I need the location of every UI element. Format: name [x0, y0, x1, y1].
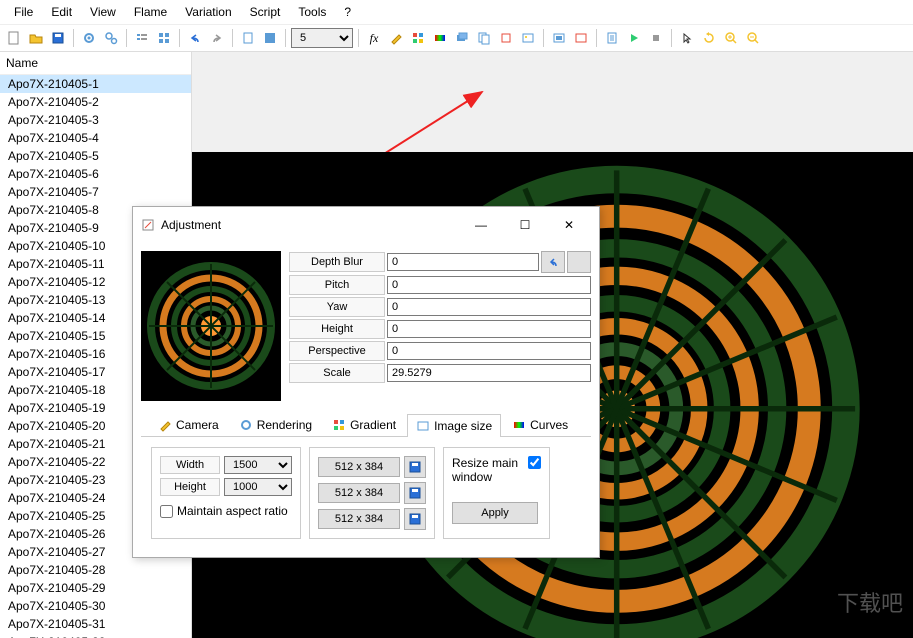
prop-label: Pitch [289, 275, 385, 295]
list-item[interactable]: Apo7X-210405-31 [0, 615, 191, 633]
menu-flame[interactable]: Flame [126, 3, 175, 21]
prop-input-yaw[interactable] [387, 298, 591, 316]
tab-image-size[interactable]: Image size [407, 414, 501, 437]
prop-label: Height [289, 319, 385, 339]
adjustment-icon [141, 218, 155, 232]
aspect-label: Maintain aspect ratio [177, 504, 288, 518]
rotate-icon[interactable] [699, 28, 719, 48]
edit-icon[interactable] [386, 28, 406, 48]
prop-label: Yaw [289, 297, 385, 317]
zoom-in-icon[interactable] [721, 28, 741, 48]
list-item[interactable]: Apo7X-210405-3 [0, 111, 191, 129]
dialog-tabs: CameraRenderingGradientImage sizeCurves [141, 409, 591, 437]
fullscreen-icon[interactable] [260, 28, 280, 48]
render-icon[interactable] [549, 28, 569, 48]
list-item[interactable]: Apo7X-210405-1 [0, 75, 191, 93]
dialog-titlebar[interactable]: Adjustment — ☐ ✕ [133, 207, 599, 243]
prop-input-scale[interactable] [387, 364, 591, 382]
prop-color-button[interactable] [567, 251, 591, 273]
dialog-title: Adjustment [161, 218, 459, 232]
redo-icon[interactable] [207, 28, 227, 48]
size-fieldset: Width 1500 Height 1000 Maintain aspect r… [151, 447, 301, 539]
sidebar-header[interactable]: Name [0, 52, 191, 75]
dialog-preview [141, 251, 281, 401]
render-all-icon[interactable] [571, 28, 591, 48]
gear-icon[interactable] [79, 28, 99, 48]
list-item[interactable]: Apo7X-210405-5 [0, 147, 191, 165]
layers-icon[interactable] [452, 28, 472, 48]
menu-edit[interactable]: Edit [43, 3, 80, 21]
undo-prop-icon[interactable] [541, 251, 565, 273]
tab-rendering[interactable]: Rendering [230, 413, 321, 436]
pointer-icon[interactable] [677, 28, 697, 48]
stop-icon[interactable] [646, 28, 666, 48]
list-item[interactable]: Apo7X-210405-4 [0, 129, 191, 147]
zoom-out-icon[interactable] [743, 28, 763, 48]
resize-checkbox[interactable] [528, 456, 541, 469]
prop-label: Perspective [289, 341, 385, 361]
prop-input-height[interactable] [387, 320, 591, 338]
width-label: Width [160, 456, 220, 474]
list-item[interactable]: Apo7X-210405-28 [0, 561, 191, 579]
save-preset-icon[interactable] [404, 508, 426, 530]
minimize-button[interactable]: — [459, 213, 503, 237]
preset-button[interactable]: 512 x 384 [318, 509, 400, 529]
adjustment-dialog: Adjustment — ☐ ✕ Depth [132, 206, 600, 558]
menu-tools[interactable]: Tools [290, 3, 334, 21]
preset-button[interactable]: 512 x 384 [318, 483, 400, 503]
play-icon[interactable] [624, 28, 644, 48]
presets-fieldset: 512 x 384 512 x 384 512 x 384 [309, 447, 435, 539]
menu-file[interactable]: File [6, 3, 41, 21]
list-icon[interactable] [132, 28, 152, 48]
dialog-properties: Depth Blur PitchYawHeightPerspectiveScale [289, 251, 591, 401]
list-item[interactable]: Apo7X-210405-7 [0, 183, 191, 201]
list-item[interactable]: Apo7X-210405-6 [0, 165, 191, 183]
image-icon[interactable] [518, 28, 538, 48]
gears-icon[interactable] [101, 28, 121, 48]
prop-input-depth-blur[interactable] [387, 253, 539, 271]
prop-label: Depth Blur [289, 252, 385, 272]
apply-fieldset: Resize main window Apply [443, 447, 550, 539]
resize-label: Resize main window [452, 456, 522, 484]
undo-icon[interactable] [185, 28, 205, 48]
close-button[interactable]: ✕ [547, 213, 591, 237]
menu-?[interactable]: ? [336, 3, 359, 21]
fx-icon[interactable]: fx [364, 28, 384, 48]
prop-input-perspective[interactable] [387, 342, 591, 360]
height-select[interactable]: 1000 [224, 478, 292, 496]
script-icon[interactable] [602, 28, 622, 48]
list-item[interactable]: Apo7X-210405-29 [0, 579, 191, 597]
image-size-panel: Width 1500 Height 1000 Maintain aspect r… [141, 437, 591, 549]
page-icon[interactable] [238, 28, 258, 48]
save-icon[interactable] [48, 28, 68, 48]
apply-button[interactable]: Apply [452, 502, 538, 524]
prop-input-pitch[interactable] [387, 276, 591, 294]
save-preset-icon[interactable] [404, 482, 426, 504]
gradient-icon[interactable] [430, 28, 450, 48]
open-icon[interactable] [26, 28, 46, 48]
height-label: Height [160, 478, 220, 496]
mutate-icon[interactable] [496, 28, 516, 48]
tab-curves[interactable]: Curves [503, 413, 577, 436]
preset-button[interactable]: 512 x 384 [318, 457, 400, 477]
toolbar-select[interactable]: 5 [291, 28, 353, 48]
copy-icon[interactable] [474, 28, 494, 48]
menu-script[interactable]: Script [242, 3, 289, 21]
width-select[interactable]: 1500 [224, 456, 292, 474]
tab-camera[interactable]: Camera [149, 413, 228, 436]
thumbs-icon[interactable] [154, 28, 174, 48]
palette-icon[interactable] [408, 28, 428, 48]
prop-label: Scale [289, 363, 385, 383]
list-item[interactable]: Apo7X-210405-2 [0, 93, 191, 111]
aspect-checkbox[interactable] [160, 505, 173, 518]
menu-view[interactable]: View [82, 3, 124, 21]
list-item[interactable]: Apo7X-210405-30 [0, 597, 191, 615]
save-preset-icon[interactable] [404, 456, 426, 478]
menu-variation[interactable]: Variation [177, 3, 239, 21]
new-icon[interactable] [4, 28, 24, 48]
menubar: FileEditViewFlameVariationScriptTools? [0, 0, 913, 25]
tab-gradient[interactable]: Gradient [323, 413, 405, 436]
maximize-button[interactable]: ☐ [503, 213, 547, 237]
toolbar: 5 fx [0, 25, 913, 52]
